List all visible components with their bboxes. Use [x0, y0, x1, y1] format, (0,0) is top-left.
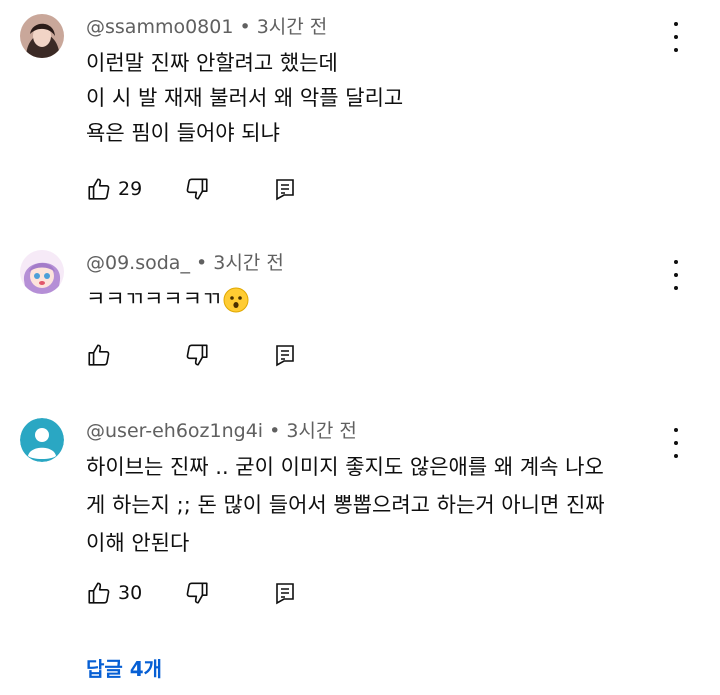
dislike-button[interactable] [184, 174, 210, 204]
user-avatar[interactable] [20, 14, 64, 58]
reply-button[interactable] [274, 340, 296, 370]
thumbs-down-icon [186, 178, 208, 200]
comment-line: 이런말 진짜 안할려고 했는데 [86, 51, 338, 75]
thumbs-up-icon [88, 582, 110, 604]
comment-time: • 3시간 전 [233, 16, 328, 38]
comment-author[interactable]: @ssammo0801 [86, 16, 233, 38]
comment-text: ㅋㅋㄲㅋㅋㅋㄲ [86, 282, 249, 317]
dislike-button[interactable] [184, 578, 210, 608]
comment-text: 이런말 진짜 안할려고 했는데 이 시 발 재재 불러서 왜 악플 달리고 욕은… [86, 46, 403, 151]
comment-meta: @ssammo0801 • 3시간 전 [86, 12, 327, 39]
like-button[interactable]: 29 [86, 174, 142, 204]
comment-time: • 3시간 전 [263, 420, 357, 442]
more-options-icon[interactable] [664, 428, 688, 458]
like-count: 30 [118, 582, 143, 604]
comment-meta: @09.soda_ • 3시간 전 [86, 248, 284, 275]
comment-meta: @user-eh6oz1ng4i • 3시간 전 [86, 416, 357, 443]
comment-text: 하이브는 진짜 .. 굳이 이미지 좋지도 않은애를 왜 계속 나오 게 하는지… [86, 448, 605, 562]
reply-comment-icon [276, 179, 294, 201]
thumbs-down-icon [186, 582, 208, 604]
dislike-button[interactable] [184, 340, 210, 370]
more-options-icon[interactable] [664, 22, 688, 52]
comment-line: 하이브는 진짜 .. 굳이 이미지 좋지도 않은애를 왜 계속 나오 [86, 455, 604, 479]
user-avatar[interactable] [20, 250, 64, 294]
thumbs-up-icon [88, 344, 110, 366]
like-button[interactable]: 30 [86, 578, 142, 608]
more-options-icon[interactable] [664, 260, 688, 290]
thumbs-down-icon [186, 344, 208, 366]
comment-line: 게 하는지 ;; 돈 많이 들어서 뽕뽑으려고 하는거 아니면 진짜 [86, 493, 605, 517]
comment-author[interactable]: @09.soda_ [86, 252, 190, 274]
comment-line: 이 시 발 재재 불러서 왜 악플 달리고 [86, 86, 404, 110]
reply-comment-icon [276, 583, 294, 605]
comment-author[interactable]: @user-eh6oz1ng4i [86, 420, 263, 442]
like-button[interactable] [86, 340, 118, 370]
thumbs-up-icon [88, 178, 110, 200]
comment-time: • 3시간 전 [189, 252, 284, 274]
comment-line: 이해 안된다 [86, 531, 190, 555]
comment-line: 욕은 핌이 들어야 되냐 [86, 121, 280, 145]
like-count: 29 [118, 178, 143, 200]
comment-line: ㅋㅋㄲㅋㅋㅋㄲ [86, 287, 222, 311]
reply-button[interactable] [274, 174, 296, 204]
user-avatar[interactable] [20, 418, 64, 462]
view-replies-link[interactable]: 답글 4개 [86, 653, 162, 682]
hushed-face-emoji [223, 287, 249, 313]
reply-button[interactable] [274, 578, 296, 608]
reply-comment-icon [276, 345, 294, 367]
